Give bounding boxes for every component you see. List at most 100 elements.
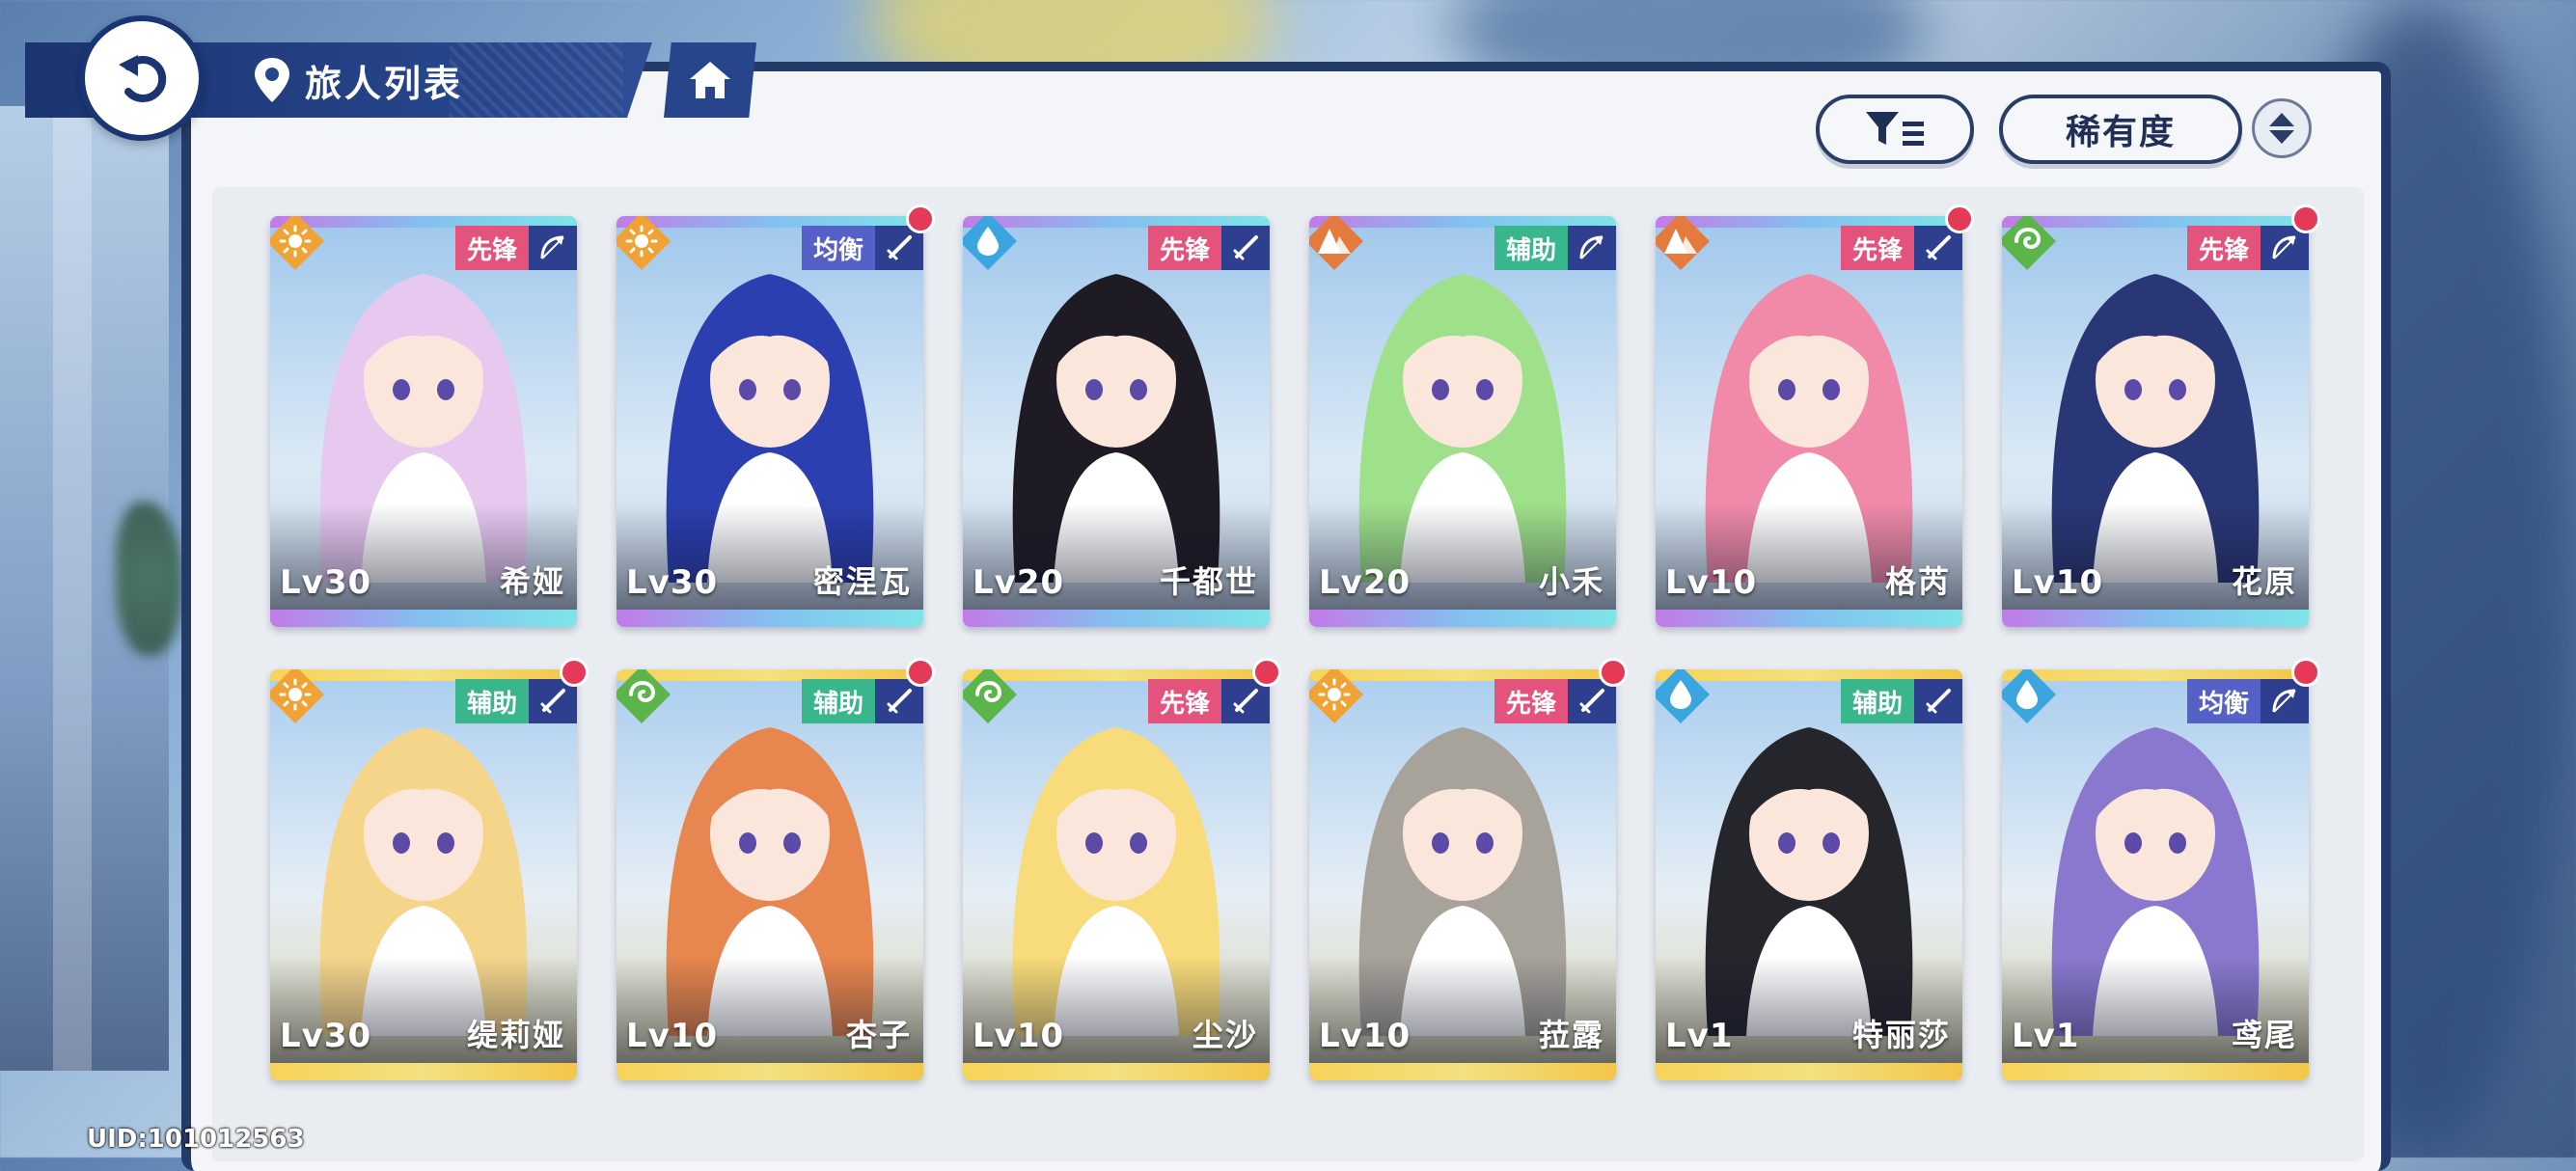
card-frame-bottom: [2002, 610, 2309, 627]
role-tag: 辅助: [1840, 679, 1962, 723]
notification-dot: [906, 204, 935, 233]
notification-dot: [1599, 658, 1628, 687]
character-name: 千都世: [1159, 563, 1258, 600]
home-button[interactable]: [664, 42, 756, 118]
card-frame-bottom: [270, 610, 577, 627]
character-card[interactable]: Lv30 缇莉娅 辅助: [270, 669, 577, 1080]
character-name: 格芮: [1884, 563, 1951, 600]
character-name: 小禾: [1538, 563, 1604, 600]
card-frame-bottom: [1309, 1063, 1616, 1080]
role-label: 辅助: [1494, 226, 1568, 270]
sun-element-icon: [279, 678, 312, 711]
back-arrow-icon: [119, 55, 167, 102]
wind-element-icon: [2014, 227, 2042, 250]
character-card[interactable]: Lv20 小禾 辅助: [1309, 216, 1616, 627]
sun-element-icon: [279, 225, 312, 258]
wind-element-icon: [975, 680, 1002, 703]
card-frame-bottom: [617, 1063, 923, 1080]
sun-element-icon: [1318, 678, 1351, 711]
sort-down-icon: [2269, 130, 2294, 144]
character-level: Lv30: [626, 563, 719, 602]
role-label: 辅助: [1840, 679, 1914, 723]
sword-icon: [540, 689, 565, 714]
sword-icon: [1233, 689, 1258, 714]
water-element-icon: [977, 227, 999, 256]
character-card[interactable]: Lv30 密涅瓦 均衡: [617, 216, 923, 627]
character-card[interactable]: Lv10 菈露 先锋: [1309, 669, 1616, 1080]
role-tag: 先锋: [1147, 679, 1270, 723]
character-card[interactable]: Lv1 鸢尾 均衡: [2002, 669, 2309, 1080]
sword-icon: [887, 235, 912, 260]
role-tag: 均衡: [801, 226, 923, 270]
role-label: 先锋: [1494, 679, 1568, 723]
character-level: Lv1: [1665, 1017, 1734, 1055]
role-tag: 先锋: [2186, 226, 2309, 270]
weapon-badge: [1914, 679, 1962, 723]
role-label: 先锋: [1147, 226, 1221, 270]
character-name: 密涅瓦: [812, 563, 912, 600]
character-card[interactable]: Lv20 千都世 先锋: [963, 216, 1270, 627]
character-level: Lv20: [1319, 563, 1411, 602]
character-level: Lv10: [1665, 563, 1758, 602]
earth-element-icon: [1318, 229, 1351, 254]
weapon-badge: [1221, 226, 1270, 270]
bow-icon: [540, 235, 564, 259]
sort-order-toggle[interactable]: [2252, 98, 2312, 158]
character-level: Lv10: [1319, 1017, 1411, 1055]
filter-button[interactable]: [1816, 95, 1974, 164]
uid-label: UID:101012563: [87, 1125, 305, 1154]
sword-icon: [1579, 689, 1604, 714]
earth-element-icon: [1664, 229, 1697, 254]
card-frame-bottom: [2002, 1063, 2309, 1080]
role-label: 均衡: [2186, 679, 2261, 723]
character-name: 花原: [2231, 563, 2297, 600]
character-name: 杏子: [845, 1017, 912, 1053]
role-tag: 均衡: [2186, 679, 2309, 723]
sword-icon: [887, 689, 912, 714]
water-element-icon: [1670, 680, 1691, 709]
card-frame-bottom: [270, 1063, 577, 1080]
notification-dot: [1252, 658, 1281, 687]
character-card[interactable]: Lv1 特丽莎 辅助: [1656, 669, 1962, 1080]
role-label: 先锋: [1147, 679, 1221, 723]
character-level: Lv10: [626, 1017, 719, 1055]
role-label: 先锋: [2186, 226, 2261, 270]
notification-dot: [1945, 204, 1974, 233]
location-pin-icon: [255, 58, 289, 102]
character-name: 希娅: [499, 563, 565, 600]
character-card[interactable]: Lv10 花原 先锋: [2002, 216, 2309, 627]
character-card[interactable]: Lv10 杏子 辅助: [617, 669, 923, 1080]
card-frame-bottom: [963, 610, 1270, 627]
character-level: Lv30: [280, 1017, 372, 1055]
card-frame-bottom: [1309, 610, 1616, 627]
page-title: 旅人列表: [305, 63, 464, 105]
character-card[interactable]: Lv10 格芮 先锋: [1656, 216, 1962, 627]
sort-button[interactable]: 稀有度: [1999, 95, 2242, 164]
character-name: 菈露: [1538, 1017, 1604, 1053]
character-name: 缇莉娅: [466, 1017, 565, 1053]
role-tag: 辅助: [454, 679, 577, 723]
back-button[interactable]: [79, 15, 205, 141]
character-level: Lv1: [2012, 1017, 2080, 1055]
role-tag: 先锋: [1840, 226, 1962, 270]
background-plant: [116, 502, 183, 656]
sort-up-icon: [2269, 113, 2294, 126]
sun-element-icon: [625, 225, 658, 258]
character-level: Lv20: [973, 563, 1065, 602]
sword-icon: [1926, 689, 1951, 714]
character-level: Lv10: [973, 1017, 1065, 1055]
role-tag: 辅助: [1494, 226, 1616, 270]
character-card[interactable]: Lv10 尘沙 先锋: [963, 669, 1270, 1080]
character-level: Lv30: [280, 563, 372, 602]
character-card[interactable]: Lv30 希娅 先锋: [270, 216, 577, 627]
sword-icon: [1233, 235, 1258, 260]
role-label: 辅助: [454, 679, 529, 723]
character-name: 尘沙: [1192, 1017, 1258, 1053]
role-label: 辅助: [801, 679, 875, 723]
water-element-icon: [2016, 680, 2038, 709]
card-frame-bottom: [1656, 610, 1962, 627]
role-label: 先锋: [454, 226, 529, 270]
bow-icon: [2272, 235, 2296, 259]
role-label: 均衡: [801, 226, 875, 270]
notification-dot: [2291, 204, 2320, 233]
